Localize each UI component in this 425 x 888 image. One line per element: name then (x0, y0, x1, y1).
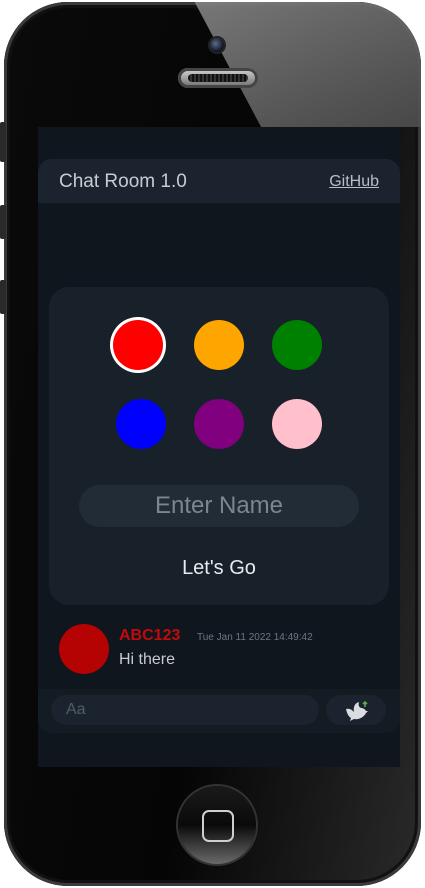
app-screen: Chat Room 1.0 GitHub Let's Go ABC123 Tue… (38, 127, 400, 767)
volume-up-button (0, 205, 6, 239)
color-swatch-red[interactable] (113, 320, 163, 370)
front-camera (210, 38, 224, 52)
color-swatch-orange[interactable] (194, 320, 244, 370)
home-button[interactable] (178, 786, 256, 864)
send-button[interactable] (326, 695, 386, 725)
login-card: Let's Go (49, 287, 389, 605)
message-text: Hi there (119, 651, 176, 668)
dove-icon (346, 700, 368, 721)
avatar (59, 624, 109, 674)
github-link[interactable]: GitHub (329, 173, 379, 191)
home-icon (202, 810, 234, 842)
mute-switch (0, 122, 6, 162)
app-title: Chat Room 1.0 (59, 171, 187, 192)
color-swatch-green[interactable] (272, 320, 322, 370)
chat-message: ABC123 Tue Jan 11 2022 14:49:42 Hi there (59, 624, 379, 676)
color-swatch-purple[interactable] (194, 399, 244, 449)
message-composer (38, 689, 400, 733)
phone-frame: Chat Room 1.0 GitHub Let's Go ABC123 Tue… (4, 2, 421, 886)
message-author: ABC123 (119, 627, 181, 644)
color-swatch-blue[interactable] (116, 399, 166, 449)
volume-down-button (0, 280, 6, 314)
name-input[interactable] (79, 485, 359, 527)
earpiece-speaker (178, 68, 258, 88)
message-timestamp: Tue Jan 11 2022 14:49:42 (197, 632, 313, 643)
lets-go-button[interactable]: Let's Go (159, 553, 279, 583)
screen-glare (184, 2, 421, 127)
color-swatch-pink[interactable] (272, 399, 322, 449)
message-input[interactable] (51, 695, 319, 725)
app-header: Chat Room 1.0 GitHub (38, 159, 400, 203)
